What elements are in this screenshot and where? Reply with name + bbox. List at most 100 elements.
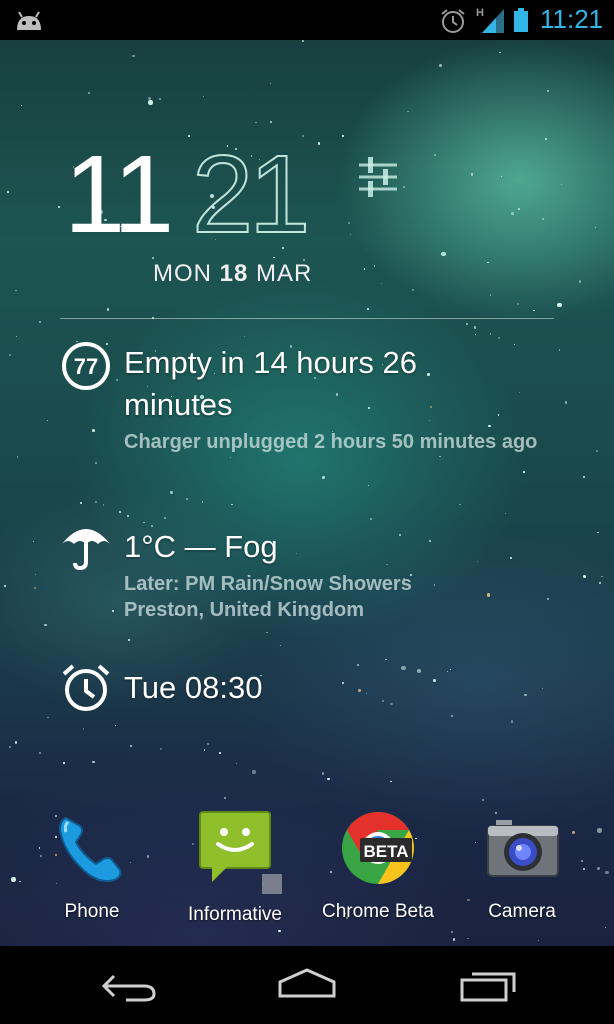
clock-hour[interactable]: 11 [64,140,174,250]
star [546,598,550,601]
star [513,343,515,345]
battery-status-title[interactable]: Empty in 14 hours 26 minutes [124,342,484,426]
star [236,763,238,765]
star [57,205,60,208]
star [487,261,490,264]
clock-date: MON 18 MAR [153,260,312,288]
dock-label-phone: Phone [64,901,120,922]
umbrella-icon[interactable] [60,520,112,577]
star [44,623,47,626]
chrome-beta-icon: BETA [340,810,416,891]
star [497,414,499,416]
star [164,516,167,519]
star [342,682,344,684]
star [321,475,326,480]
star [499,51,501,53]
star [429,540,432,542]
star [451,930,454,933]
star [128,638,131,642]
star [390,780,392,783]
star [80,501,83,504]
star [266,631,268,634]
star [295,552,298,555]
back-icon[interactable] [100,966,160,1011]
weather-forecast: Later: PM Rain/Snow Showers [124,573,412,595]
star [596,531,599,534]
star [278,929,281,933]
star [594,227,596,229]
star [519,391,521,394]
next-alarm[interactable]: Tue 08:30 [124,667,262,709]
star [46,419,49,422]
star [578,280,582,283]
dock-app-camera[interactable]: Camera [452,808,592,928]
phone-icon [54,810,130,891]
dock-app-chrome-beta[interactable]: BETA Chrome Beta [308,808,448,928]
star [147,96,151,100]
star [230,457,232,459]
star [533,309,535,312]
divider [60,318,554,319]
star [302,40,305,43]
star [16,336,18,338]
star [16,456,19,458]
star [470,173,474,176]
star [489,294,492,296]
star [19,880,21,883]
star [401,665,406,670]
recents-icon[interactable] [458,966,518,1011]
star [129,745,132,748]
star [500,175,502,177]
star [39,321,41,323]
star [39,751,42,754]
star [4,584,7,587]
star [63,762,65,764]
star [433,584,436,586]
star [92,429,95,432]
star [114,724,117,727]
home-icon[interactable] [276,966,338,1011]
weather-location: Preston, United Kingdom [124,599,364,621]
dock-app-informative[interactable]: Informative [165,808,305,928]
star [380,282,383,284]
star [564,401,568,404]
star [33,587,37,590]
date-month: MAR [256,260,313,287]
alarm-icon [439,7,467,40]
star [597,867,601,870]
battery-percent-icon[interactable]: 77 [60,340,112,397]
star [541,218,544,221]
navigation-bar [0,946,614,1024]
star [546,89,550,93]
star [382,699,385,702]
star [7,191,10,193]
star [187,135,190,137]
settings-sliders-icon[interactable] [357,155,399,202]
badge-square [262,874,282,894]
status-bar: H 11:21 [0,0,614,40]
dock-app-phone[interactable]: Phone [22,808,162,928]
star [231,503,234,506]
alarm-clock-icon[interactable] [60,662,112,719]
star [363,267,366,270]
star [142,521,145,524]
weather-title[interactable]: 1°C — Fog [124,526,278,568]
star [8,353,11,356]
star [403,186,405,188]
star [252,770,256,774]
star [152,257,154,260]
star [206,743,209,746]
star [279,644,282,647]
dock-label-camera: Camera [488,901,556,922]
star [473,326,477,329]
star [20,105,22,107]
star [342,135,344,137]
star [558,349,561,351]
svg-text:BETA: BETA [363,842,408,861]
camera-icon [486,818,560,885]
android-icon [14,8,44,37]
star [116,379,119,382]
star [158,97,161,100]
clock-minute[interactable]: 21 [191,139,311,251]
star [517,302,520,306]
